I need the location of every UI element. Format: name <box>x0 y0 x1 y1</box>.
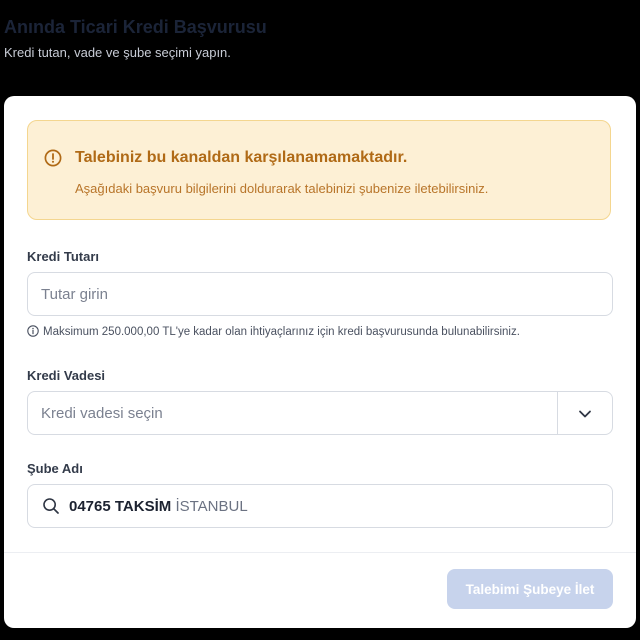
alert-circle-icon <box>44 149 62 167</box>
warning-alert: Talebiniz bu kanaldan karşılanamamaktadı… <box>27 120 611 220</box>
branch-search-input[interactable]: 04765 TAKSİM İSTANBUL <box>27 484 613 528</box>
term-select[interactable]: Kredi vadesi seçin <box>27 391 613 435</box>
application-card: Talebiniz bu kanaldan karşılanamamaktadı… <box>4 96 636 628</box>
page-title: Anında Ticari Kredi Başvurusu <box>4 17 267 37</box>
info-icon <box>27 325 39 337</box>
amount-placeholder: Tutar girin <box>41 286 108 303</box>
branch-code: 04765 TAKSİM <box>69 498 172 515</box>
page-header: Anında Ticari Kredi Başvurusu Kredi tuta… <box>4 16 634 61</box>
select-divider <box>557 392 558 434</box>
branch-city: İSTANBUL <box>175 498 248 515</box>
branch-label: Şube Adı <box>27 461 83 476</box>
term-label: Kredi Vadesi <box>27 368 106 383</box>
search-icon <box>42 497 60 515</box>
term-placeholder: Kredi vadesi seçin <box>41 405 163 422</box>
alert-title: Talebiniz bu kanaldan karşılanamamaktadı… <box>75 149 408 166</box>
amount-hint-text: Maksimum 250.000,00 TL'ye kadar olan iht… <box>43 326 520 338</box>
amount-input[interactable]: Tutar girin <box>27 272 613 316</box>
amount-label: Kredi Tutarı <box>27 249 99 264</box>
chevron-down-icon[interactable] <box>578 407 592 419</box>
branch-value: 04765 TAKSİM İSTANBUL <box>69 498 248 516</box>
page-subtitle: Kredi tutan, vade ve şube seçimi yapın. <box>4 45 231 60</box>
submit-button[interactable]: Talebimi Şubeye İlet <box>447 569 613 609</box>
amount-hint: Maksimum 250.000,00 TL'ye kadar olan iht… <box>27 325 520 339</box>
footer-divider <box>4 552 636 553</box>
alert-message: Aşağıdaki başvuru bilgilerini doldurarak… <box>75 181 489 196</box>
